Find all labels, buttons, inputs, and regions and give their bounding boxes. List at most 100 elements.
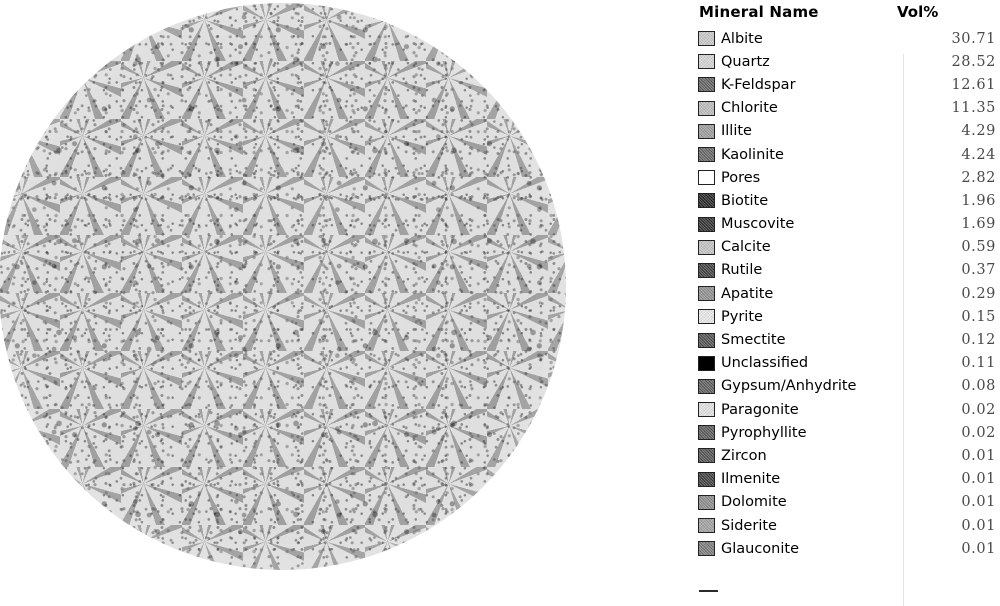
- mineral-vol-percent-value: 1.69: [961, 216, 996, 233]
- mineral-name-label: Albite: [721, 30, 763, 47]
- mineral-vol-percent-value: 2.82: [961, 169, 996, 186]
- mineral-vol-percent-value: 0.08: [961, 378, 996, 395]
- mineral-vol-percent-value: 0.59: [961, 239, 996, 256]
- legend-row[interactable]: Muscovite 1.69: [697, 213, 1000, 236]
- mineral-vol-percent-value: 4.29: [961, 123, 996, 140]
- mineral-name-label: Chlorite: [721, 100, 778, 117]
- mineral-color-swatch: [698, 448, 715, 464]
- mineral-color-swatch: [698, 54, 715, 70]
- mineral-color-swatch: [698, 100, 715, 116]
- mineral-color-swatch: [698, 193, 715, 209]
- mineral-color-swatch: [698, 286, 715, 302]
- mineral-vol-percent-value: 0.01: [961, 494, 996, 511]
- mineral-color-swatch: [698, 239, 715, 255]
- legend-row[interactable]: Glauconite 0.01: [697, 537, 1000, 560]
- mineral-name-label: Glauconite: [721, 540, 800, 557]
- mineral-color-swatch: [698, 471, 715, 487]
- legend-row[interactable]: Siderite 0.01: [697, 514, 1000, 537]
- mineral-vol-percent-value: 0.01: [961, 447, 996, 464]
- mineral-name-label: Biotite: [721, 192, 769, 209]
- legend-row[interactable]: Calcite 0.59: [697, 236, 1000, 259]
- legend-row-list: Albite 30.71 Quartz 28.52 K-Feldspar 12.61 Chl…: [697, 27, 1000, 606]
- legend-row[interactable]: Smectite 0.12: [697, 328, 1000, 351]
- mineral-vol-percent-value: 0.01: [961, 471, 996, 488]
- mineral-name-label: Smectite: [721, 332, 786, 349]
- mineral-name-label: Illite: [721, 123, 752, 140]
- mineral-vol-percent-value: 30.71: [951, 30, 996, 47]
- legend-row[interactable]: Unclassified 0.11: [697, 352, 1000, 375]
- mineral-vol-percent-value: 0.37: [961, 262, 996, 279]
- mineral-vol-percent-value: 12.61: [951, 76, 996, 93]
- mineral-name-label: Muscovite: [721, 216, 795, 233]
- legend-row[interactable]: Chlorite 11.35: [697, 97, 1000, 120]
- legend-row[interactable]: Pyrite 0.15: [697, 305, 1000, 328]
- legend-bottom-rule: [699, 589, 718, 592]
- legend-row[interactable]: Biotite 1.96: [697, 189, 1000, 212]
- mineral-name-label: Gypsum/Anhydrite: [721, 378, 857, 395]
- mineral-color-swatch: [698, 518, 715, 534]
- map-edge-shading: [0, 3, 566, 570]
- mineral-color-swatch: [698, 147, 715, 163]
- legend-row[interactable]: Pores 2.82: [697, 166, 1000, 189]
- mineral-color-swatch: [698, 541, 715, 557]
- legend-row[interactable]: Apatite 0.29: [697, 282, 1000, 305]
- legend-row[interactable]: Ilmenite 0.01: [697, 468, 1000, 491]
- mineral-map-panel: [0, 0, 600, 581]
- mineral-color-swatch: [698, 494, 715, 510]
- mineral-vol-percent-value: 0.02: [961, 424, 996, 441]
- mineral-name-label: Paragonite: [721, 401, 799, 418]
- legend-row[interactable]: Gypsum/Anhydrite 0.08: [697, 375, 1000, 398]
- circular-mineral-map-image: [0, 3, 566, 570]
- mineral-color-swatch: [698, 216, 715, 232]
- mineral-name-label: Pyrophyllite: [721, 424, 807, 441]
- mineral-vol-percent-value: 11.35: [951, 100, 996, 117]
- mineral-color-swatch: [698, 378, 715, 394]
- mineral-color-swatch: [698, 332, 715, 348]
- mineral-vol-percent-value: 0.02: [961, 401, 996, 418]
- mineral-vol-percent-value: 0.12: [961, 332, 996, 349]
- legend-row[interactable]: Zircon 0.01: [697, 444, 1000, 467]
- mineral-color-swatch: [698, 31, 715, 47]
- mineral-color-swatch: [698, 170, 715, 186]
- mineral-vol-percent-value: 0.15: [961, 308, 996, 325]
- mineral-name-label: Pores: [721, 169, 761, 186]
- mineral-color-swatch: [698, 309, 715, 325]
- mineral-name-label: Siderite: [721, 517, 777, 534]
- legend-row[interactable]: Kaolinite 4.24: [697, 143, 1000, 166]
- column-header-mineral-name: Mineral Name: [699, 3, 819, 21]
- mineral-color-swatch: [698, 77, 715, 93]
- mineral-vol-percent-value: 0.01: [961, 540, 996, 557]
- legend-row[interactable]: Paragonite 0.02: [697, 398, 1000, 421]
- legend-row[interactable]: Quartz 28.52: [697, 50, 1000, 73]
- mineral-legend-table: Mineral Name Vol% Albite 30.71 Quartz 28.52…: [697, 0, 1000, 606]
- mineral-vol-percent-value: 4.24: [961, 146, 996, 163]
- legend-row[interactable]: Pyrophyllite 0.02: [697, 421, 1000, 444]
- column-header-vol-percent: Vol%: [897, 3, 939, 21]
- mineral-vol-percent-value: 28.52: [951, 53, 996, 70]
- mineral-name-label: Kaolinite: [721, 146, 784, 163]
- mineral-color-swatch: [698, 123, 715, 139]
- mineral-name-label: Dolomite: [721, 494, 787, 511]
- mineral-vol-percent-value: 0.01: [961, 517, 996, 534]
- mineral-name-label: Rutile: [721, 262, 763, 279]
- mineral-name-label: Ilmenite: [721, 471, 781, 488]
- legend-row[interactable]: Albite 30.71: [697, 27, 1000, 50]
- legend-row[interactable]: Illite 4.29: [697, 120, 1000, 143]
- mineral-color-swatch: [698, 425, 715, 441]
- legend-row[interactable]: Dolomite 0.01: [697, 491, 1000, 514]
- legend-header-row: Mineral Name Vol%: [697, 0, 1000, 27]
- mineral-vol-percent-value: 1.96: [961, 192, 996, 209]
- mineral-color-swatch: [698, 402, 715, 418]
- mineral-name-label: Pyrite: [721, 308, 763, 325]
- mineral-color-swatch: [698, 262, 715, 278]
- mineral-vol-percent-value: 0.29: [961, 285, 996, 302]
- mineral-vol-percent-value: 0.11: [961, 355, 996, 372]
- legend-row[interactable]: K-Feldspar 12.61: [697, 73, 1000, 96]
- mineral-name-label: Quartz: [721, 53, 770, 70]
- mineral-name-label: Unclassified: [721, 355, 809, 372]
- mineral-name-label: K-Feldspar: [721, 76, 796, 93]
- mineral-map-report: Mineral Name Vol% Albite 30.71 Quartz 28.52…: [0, 0, 1000, 606]
- mineral-name-label: Calcite: [721, 239, 771, 256]
- legend-row[interactable]: Rutile 0.37: [697, 259, 1000, 282]
- mineral-name-label: Apatite: [721, 285, 774, 302]
